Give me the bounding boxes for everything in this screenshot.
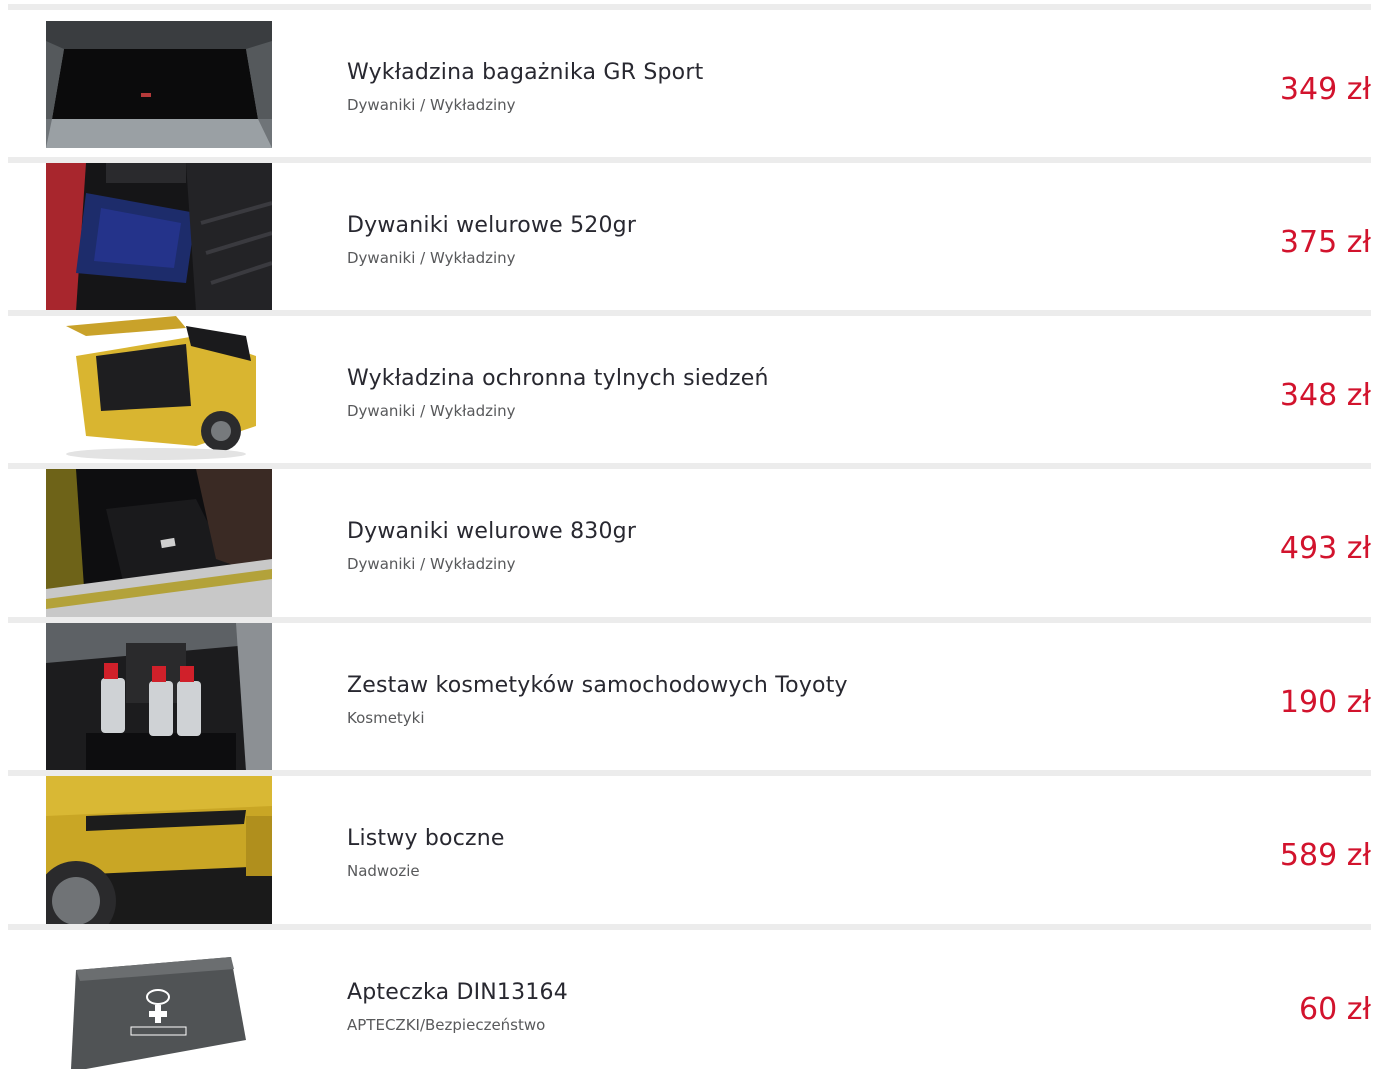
product-name[interactable]: Dywaniki welurowe 830gr: [347, 519, 636, 545]
product-price: 349 zł: [1279, 72, 1371, 107]
product-name[interactable]: Dywaniki welurowe 520gr: [347, 213, 636, 239]
list-item[interactable]: Dywaniki welurowe 520gr Dywaniki / Wykła…: [8, 157, 1371, 311]
product-price: 60 zł: [1299, 992, 1371, 1027]
first-aid-kit-image[interactable]: [46, 945, 272, 1069]
product-name[interactable]: Listwy boczne: [347, 826, 505, 852]
list-item[interactable]: Listwy boczne Nadwozie 589 zł: [8, 770, 1371, 924]
velour-mats-image[interactable]: [46, 469, 272, 617]
product-category: Nadwozie: [347, 862, 420, 880]
rear-seat-liner-image[interactable]: [46, 316, 272, 464]
product-list: Wykładzina bagażnika GR Sport Dywaniki /…: [0, 0, 1377, 1069]
list-item[interactable]: Wykładzina ochronna tylnych siedzeń Dywa…: [8, 310, 1371, 464]
product-price: 589 zł: [1279, 838, 1371, 873]
product-name[interactable]: Wykładzina ochronna tylnych siedzeń: [347, 366, 769, 392]
side-mouldings-image[interactable]: [46, 776, 272, 924]
product-price: 493 zł: [1279, 531, 1371, 566]
product-name[interactable]: Apteczka DIN13164: [347, 980, 568, 1006]
list-item[interactable]: Dywaniki welurowe 830gr Dywaniki / Wykła…: [8, 463, 1371, 617]
car-cosmetics-image[interactable]: [46, 623, 272, 771]
trunk-mat-image[interactable]: [46, 21, 272, 148]
product-category: Kosmetyki: [347, 709, 425, 727]
product-category: Dywaniki / Wykładziny: [347, 96, 516, 114]
product-category: Dywaniki / Wykładziny: [347, 402, 516, 420]
product-category: APTECZKI/Bezpieczeństwo: [347, 1016, 546, 1034]
product-price: 348 zł: [1279, 378, 1371, 413]
list-item[interactable]: Apteczka DIN13164 APTECZKI/Bezpieczeństw…: [8, 924, 1371, 1069]
product-name[interactable]: Zestaw kosmetyków samochodowych Toyoty: [347, 673, 848, 699]
product-price: 375 zł: [1279, 225, 1371, 260]
list-item[interactable]: Zestaw kosmetyków samochodowych Toyoty K…: [8, 617, 1371, 771]
floor-mats-image[interactable]: [46, 163, 272, 311]
product-category: Dywaniki / Wykładziny: [347, 249, 516, 267]
product-price: 190 zł: [1279, 685, 1371, 720]
product-name[interactable]: Wykładzina bagażnika GR Sport: [347, 60, 703, 86]
product-category: Dywaniki / Wykładziny: [347, 555, 516, 573]
list-item[interactable]: Wykładzina bagażnika GR Sport Dywaniki /…: [8, 4, 1371, 158]
